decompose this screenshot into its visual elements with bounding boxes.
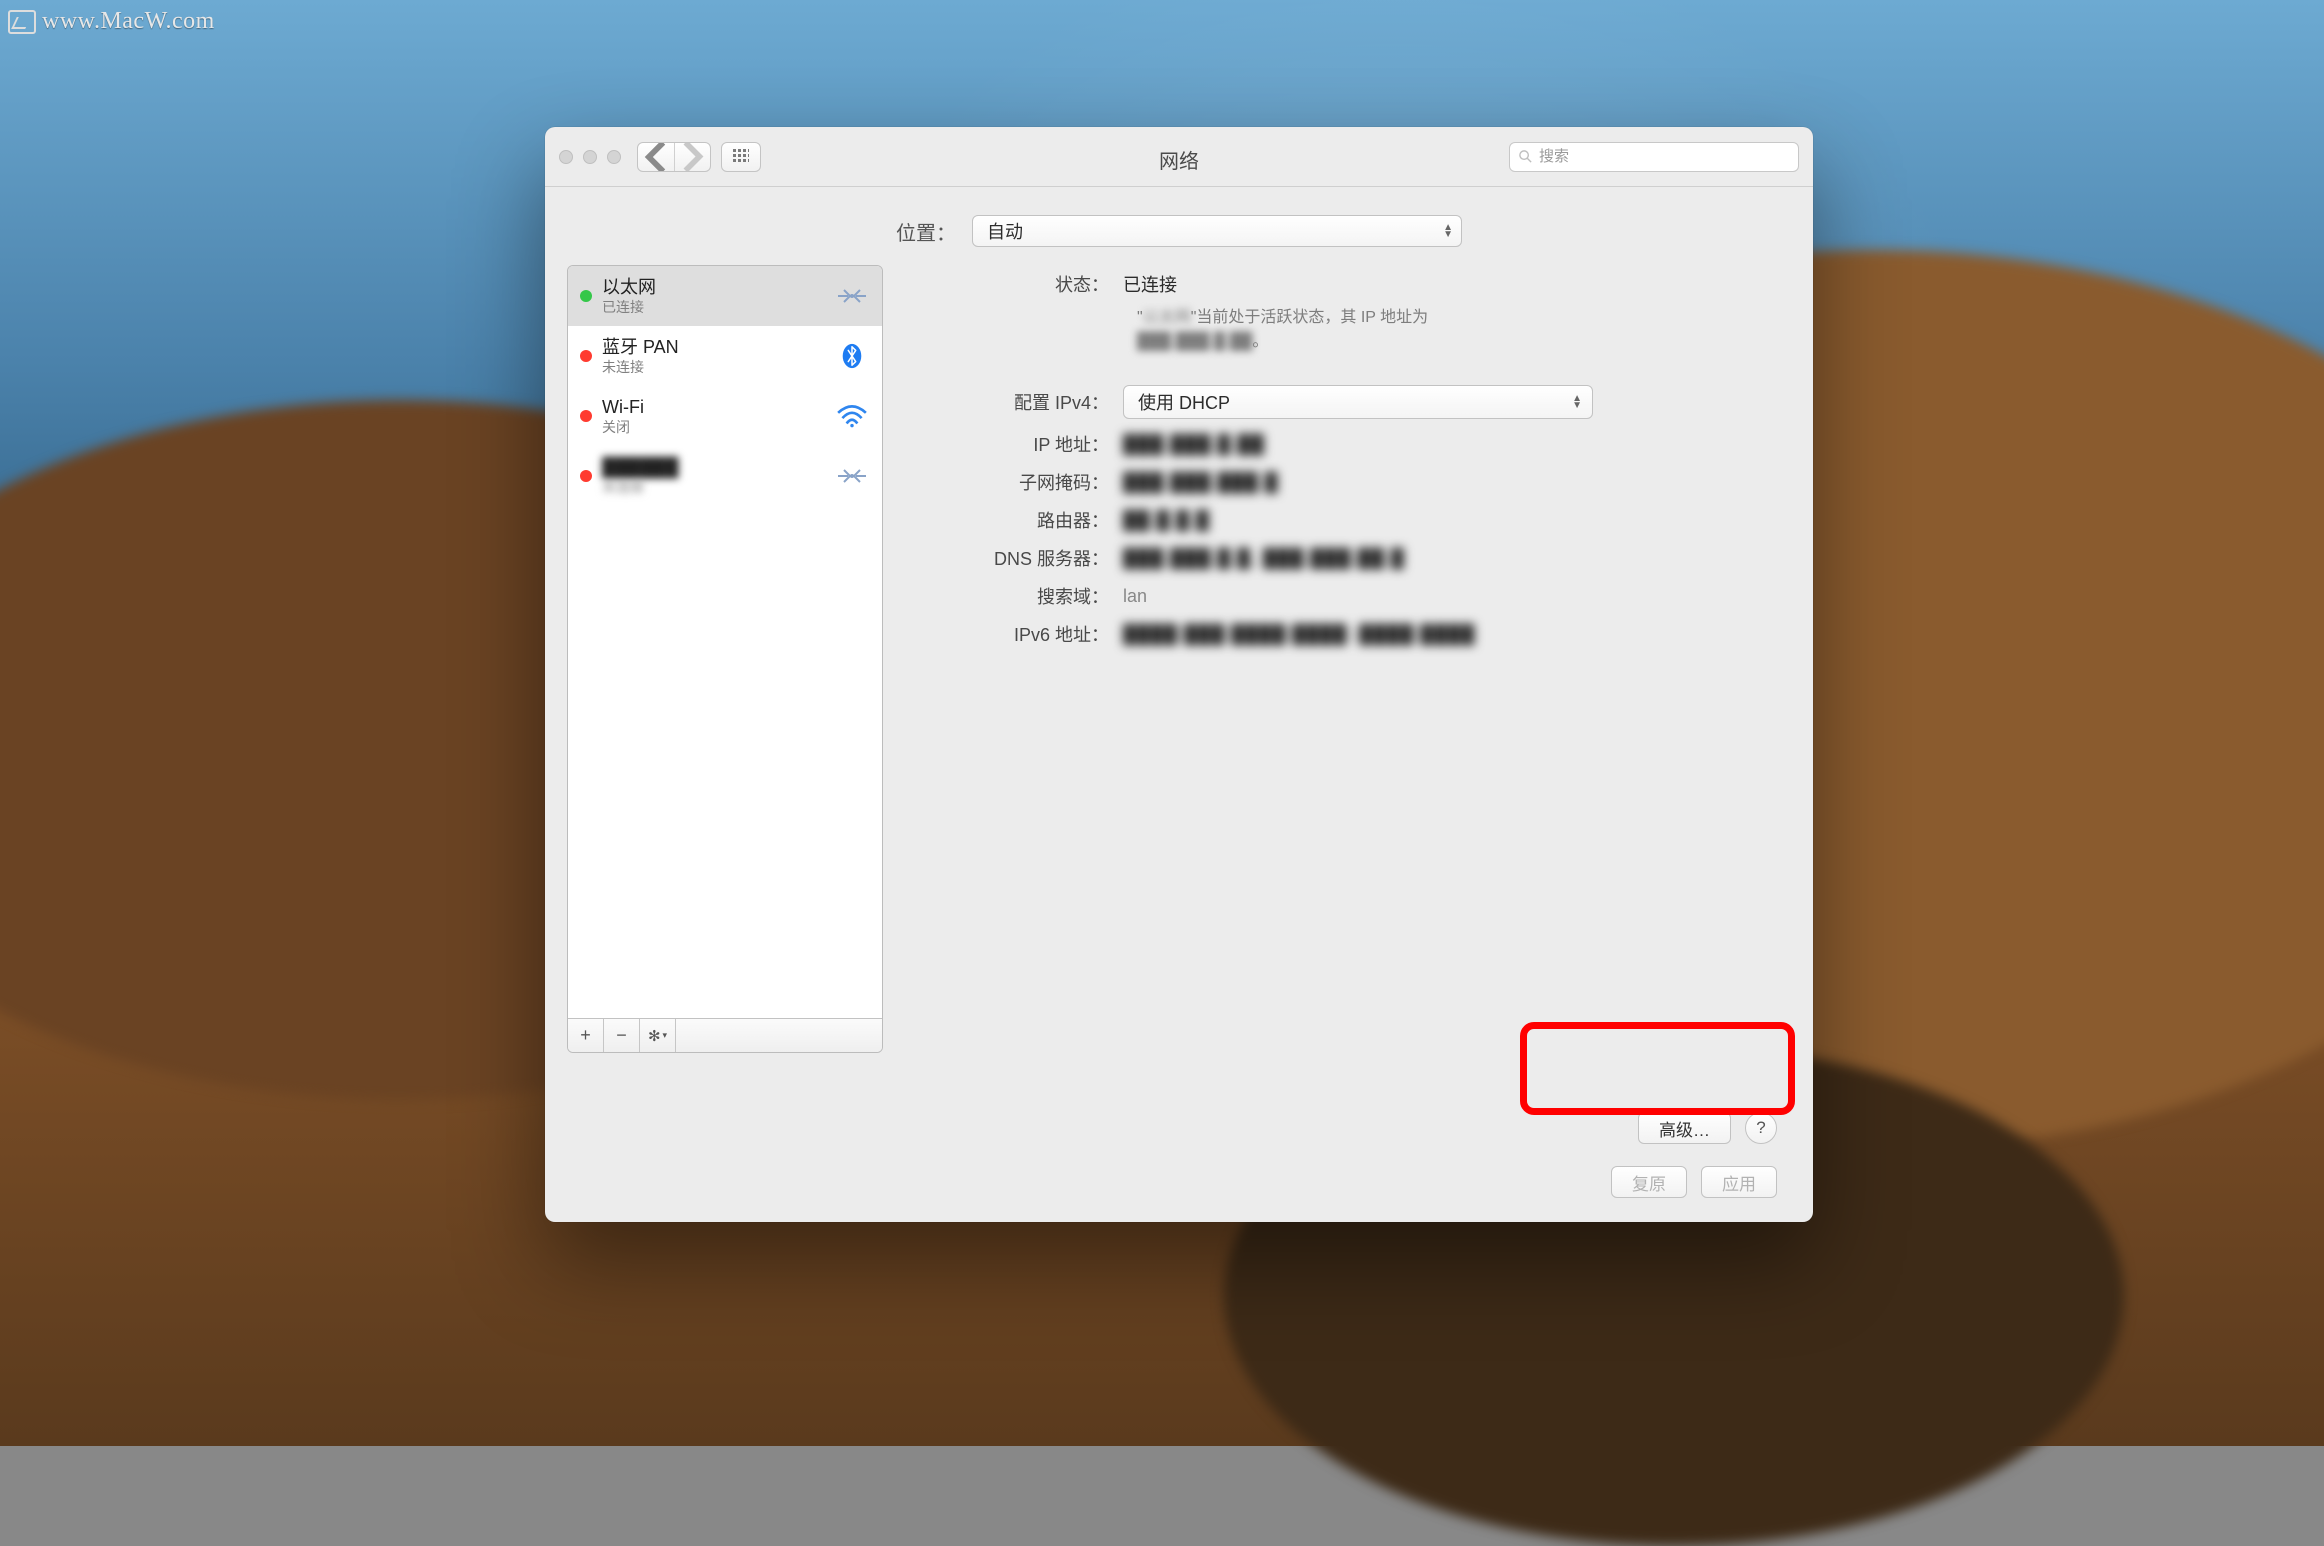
status-dot-icon bbox=[580, 410, 592, 422]
dns-label: DNS 服务器： bbox=[903, 545, 1123, 571]
service-item-ethernet[interactable]: 以太网 已连接 bbox=[568, 266, 882, 326]
grid-icon bbox=[732, 148, 750, 166]
location-row: 位置： 自动 ▲▼ bbox=[545, 187, 1813, 261]
status-description: "以太网"当前处于活跃状态，其 IP 地址为 ███.███.█.██。 bbox=[1137, 303, 1789, 351]
revert-button[interactable]: 复原 bbox=[1611, 1166, 1687, 1198]
service-status: 未连接 bbox=[602, 359, 824, 377]
ipv6-address-value: ████:███:████:████::████:████ bbox=[1123, 624, 1789, 645]
service-item-wifi[interactable]: Wi-Fi 关闭 bbox=[568, 386, 882, 446]
search-field[interactable] bbox=[1509, 142, 1799, 172]
service-name: ██████ bbox=[602, 456, 824, 479]
service-name: Wi-Fi bbox=[602, 396, 824, 419]
detail-panel: 状态： 已连接 "以太网"当前处于活跃状态，其 IP 地址为 ███.███.█… bbox=[903, 265, 1789, 1156]
service-item-other[interactable]: ██████ 未连接 bbox=[568, 446, 882, 506]
show-all-button[interactable] bbox=[721, 142, 761, 172]
router-label: 路由器： bbox=[903, 507, 1123, 533]
nav-back-forward bbox=[637, 142, 711, 172]
services-list: 以太网 已连接 蓝牙 PAN 未连接 bbox=[568, 266, 882, 1018]
watermark-text: www.MacW.com bbox=[42, 8, 215, 35]
subnet-mask-value: ███.███.███.█ bbox=[1123, 472, 1789, 493]
popup-arrows-icon: ▲▼ bbox=[1443, 224, 1453, 238]
service-name: 以太网 bbox=[602, 276, 824, 299]
chevron-right-icon bbox=[675, 142, 710, 172]
watermark-icon bbox=[8, 10, 36, 34]
zoom-window-button[interactable] bbox=[607, 150, 621, 164]
config-ipv4-value: 使用 DHCP bbox=[1138, 389, 1230, 415]
window-toolbar: 网络 bbox=[545, 127, 1813, 187]
traffic-lights[interactable] bbox=[559, 150, 621, 164]
help-button[interactable]: ? bbox=[1745, 1112, 1777, 1144]
status-dot-icon bbox=[580, 470, 592, 482]
location-popup[interactable]: 自动 ▲▼ bbox=[972, 215, 1462, 247]
ethernet-icon bbox=[834, 282, 870, 310]
advanced-area: 高级… ? bbox=[903, 1090, 1789, 1156]
minimize-window-button[interactable] bbox=[583, 150, 597, 164]
location-label: 位置： bbox=[896, 217, 956, 246]
status-label: 状态： bbox=[903, 271, 1123, 297]
add-service-button[interactable]: + bbox=[568, 1019, 604, 1052]
ip-address-label: IP 地址： bbox=[903, 431, 1123, 457]
service-status: 未连接 bbox=[602, 479, 824, 497]
services-sidebar: 以太网 已连接 蓝牙 PAN 未连接 bbox=[567, 265, 883, 1053]
apply-button[interactable]: 应用 bbox=[1701, 1166, 1777, 1198]
chevron-left-icon bbox=[638, 142, 674, 172]
forward-button[interactable] bbox=[674, 143, 710, 171]
ipv6-address-label: IPv6 地址： bbox=[903, 621, 1123, 647]
service-actions-button[interactable]: ✻▾ bbox=[640, 1019, 676, 1052]
service-status: 关闭 bbox=[602, 419, 824, 437]
config-ipv4-popup[interactable]: 使用 DHCP ▲▼ bbox=[1123, 385, 1593, 419]
search-input[interactable] bbox=[1539, 148, 1790, 165]
advanced-button[interactable]: 高级… bbox=[1638, 1112, 1731, 1144]
service-item-bluetooth-pan[interactable]: 蓝牙 PAN 未连接 bbox=[568, 326, 882, 386]
search-domain-label: 搜索域： bbox=[903, 583, 1123, 609]
back-button[interactable] bbox=[638, 143, 674, 171]
remove-service-button[interactable]: − bbox=[604, 1019, 640, 1052]
status-dot-icon bbox=[580, 290, 592, 302]
close-window-button[interactable] bbox=[559, 150, 573, 164]
dns-value: ███.███.█.█, ███.███.██.█ bbox=[1123, 548, 1789, 569]
location-value: 自动 bbox=[987, 218, 1023, 244]
wifi-icon bbox=[834, 402, 870, 430]
subnet-mask-label: 子网掩码： bbox=[903, 469, 1123, 495]
service-name: 蓝牙 PAN bbox=[602, 336, 824, 359]
popup-arrows-icon: ▲▼ bbox=[1572, 395, 1582, 409]
router-value: ██.█.█.█ bbox=[1123, 510, 1789, 531]
status-dot-icon bbox=[580, 350, 592, 362]
search-icon bbox=[1518, 149, 1533, 164]
ip-address-value: ███.███.█.██ bbox=[1123, 434, 1789, 455]
footer-buttons: 复原 应用 bbox=[545, 1156, 1813, 1222]
watermark: www.MacW.com bbox=[8, 8, 215, 35]
status-value: 已连接 bbox=[1123, 271, 1789, 297]
network-preferences-window: 网络 位置： 自动 ▲▼ 以太网 已连接 bbox=[545, 127, 1813, 1222]
search-domain-value: lan bbox=[1123, 586, 1789, 607]
sidebar-tools: + − ✻▾ bbox=[568, 1018, 882, 1052]
config-ipv4-label: 配置 IPv4： bbox=[903, 389, 1123, 415]
bluetooth-icon bbox=[834, 342, 870, 370]
ethernet-icon bbox=[834, 462, 870, 490]
service-status: 已连接 bbox=[602, 299, 824, 317]
content-area: 以太网 已连接 蓝牙 PAN 未连接 bbox=[545, 261, 1813, 1156]
